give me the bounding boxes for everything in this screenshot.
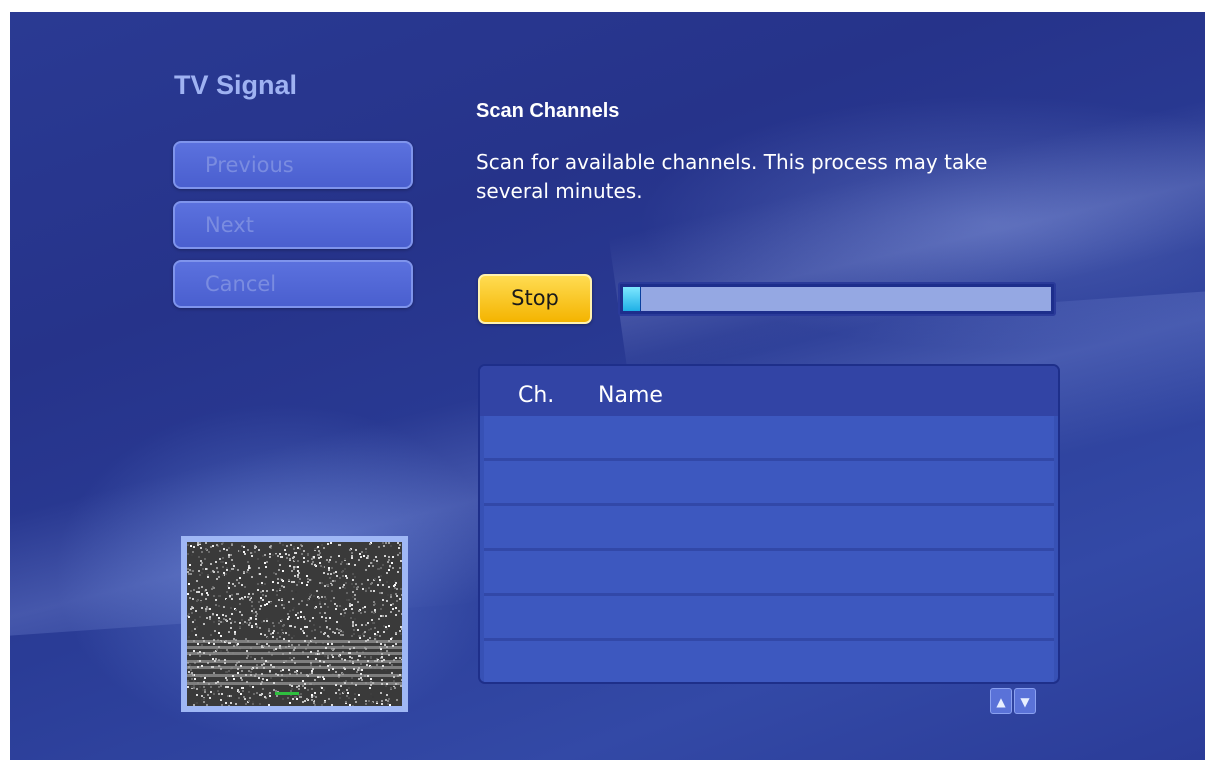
list-row[interactable] xyxy=(484,416,1054,461)
progress-fill xyxy=(623,287,642,311)
previous-button[interactable]: Previous xyxy=(173,141,413,189)
list-row[interactable] xyxy=(484,506,1054,551)
section-title: TV Signal xyxy=(174,70,298,100)
list-row[interactable] xyxy=(484,596,1054,641)
chevron-down-icon[interactable]: ▼ xyxy=(1014,688,1036,714)
static-noise-image xyxy=(187,542,402,706)
list-scroll-buttons: ▲ ▼ xyxy=(990,688,1036,714)
page-heading: Scan Channels xyxy=(476,100,620,122)
cancel-button[interactable]: Cancel xyxy=(173,260,413,308)
media-center-window: TV Signal Previous Next Cancel Scan Chan… xyxy=(10,12,1205,760)
tv-preview-window[interactable] xyxy=(181,536,408,712)
list-row[interactable] xyxy=(484,461,1054,506)
chevron-up-icon[interactable]: ▲ xyxy=(990,688,1012,714)
progress-track xyxy=(623,287,1051,311)
column-header-channel[interactable]: Ch. xyxy=(518,383,554,408)
list-header: Ch. Name xyxy=(480,366,1058,416)
list-row[interactable] xyxy=(484,641,1054,682)
scan-progress-bar xyxy=(618,282,1056,316)
next-button[interactable]: Next xyxy=(173,201,413,249)
list-row[interactable] xyxy=(484,551,1054,596)
description-text: Scan for available channels. This proces… xyxy=(476,150,988,203)
stop-button[interactable]: Stop xyxy=(478,274,592,324)
column-header-name[interactable]: Name xyxy=(598,383,663,408)
channel-list[interactable]: Ch. Name xyxy=(478,364,1060,684)
